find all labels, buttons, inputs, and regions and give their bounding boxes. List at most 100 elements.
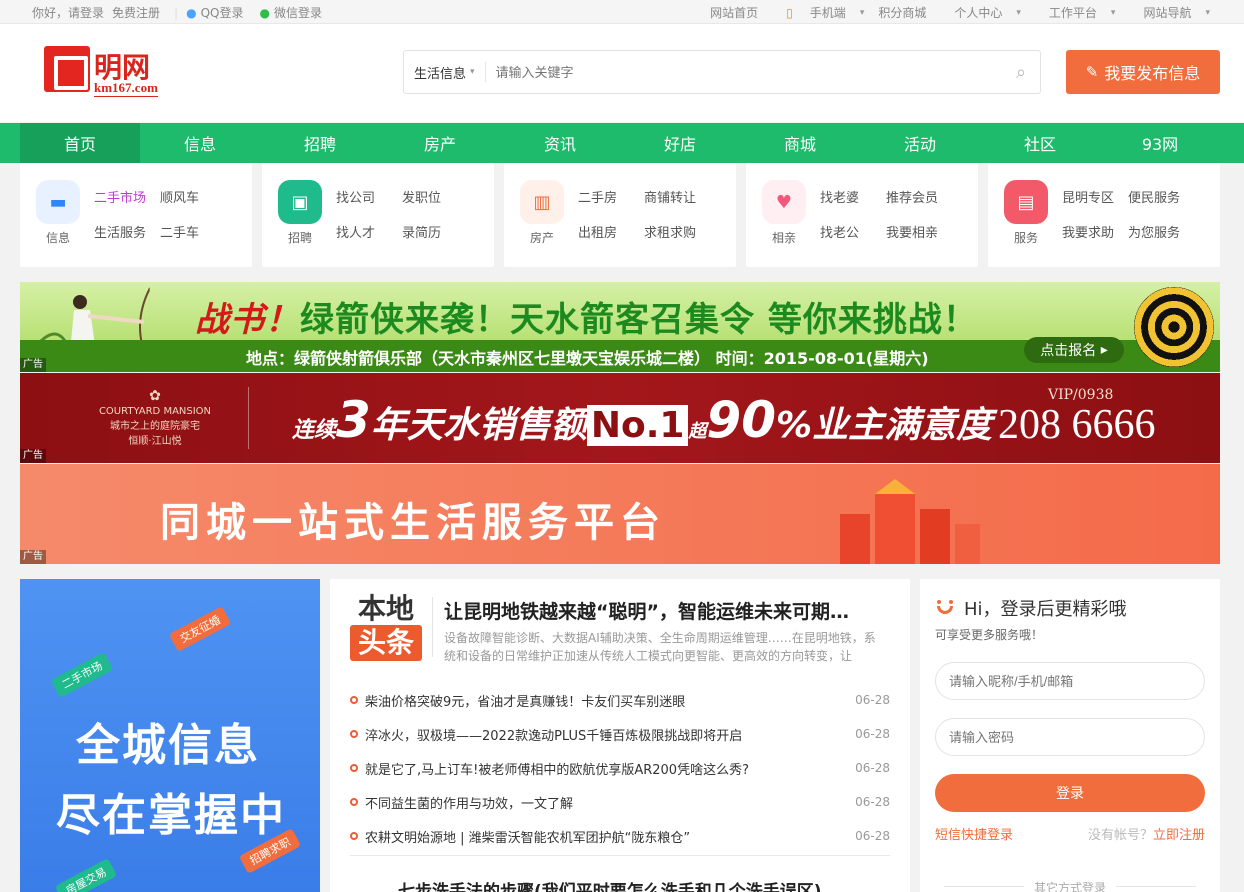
archery-banner-ad[interactable]: 战书！绿箭侠来袭！天水箭客召集令 等你来挑战！ 地点：绿箭侠射箭俱乐部（天水市秦…	[20, 282, 1220, 372]
document-icon[interactable]: ▤	[1004, 180, 1048, 224]
briefcase-icon[interactable]: ▣	[278, 180, 322, 224]
category-link[interactable]: 找老婆	[820, 187, 886, 206]
bullet-icon	[350, 696, 358, 704]
realestate-banner-ad[interactable]: ✿ COURTYARD MANSION 城市之上的庭院豪宅 恒顺·江山悦 连续3…	[20, 373, 1220, 463]
news-item[interactable]: 柴油价格突破9元，省油才是真赚钱！卡友们买车别迷眼 06-28	[350, 683, 890, 717]
nav-item-shops[interactable]: 好店	[620, 123, 740, 163]
nav-item-93[interactable]: 93网	[1100, 123, 1220, 163]
divider: |	[174, 5, 179, 20]
wechat-login-label: 微信登录	[273, 6, 322, 20]
qq-login-link[interactable]: ● QQ登录	[186, 4, 251, 21]
category-link[interactable]: 生活服务	[94, 222, 160, 241]
nav-item-realestate[interactable]: 房产	[380, 123, 500, 163]
bullet-icon	[350, 764, 358, 772]
login-button[interactable]: 登录	[935, 774, 1205, 812]
category-link[interactable]: 昆明专区	[1062, 187, 1128, 206]
category-link[interactable]: 求租求购	[644, 222, 710, 241]
nav-item-events[interactable]: 活动	[860, 123, 980, 163]
category-link[interactable]: 找公司	[336, 187, 402, 206]
category-link[interactable]: 出租房	[578, 222, 644, 241]
platform-banner-ad[interactable]: 同城一站式生活服务平台 广告	[20, 464, 1220, 564]
signup-label: 点击报名	[1040, 343, 1097, 359]
news-item[interactable]: 农耕文明始源地 | 潍柴雷沃智能农机军团护航“陇东粮仓” 06-28	[350, 819, 890, 853]
password-input[interactable]	[935, 718, 1205, 756]
category-link[interactable]: 二手房	[578, 187, 644, 206]
register-link[interactable]: 免费注册	[112, 4, 160, 21]
platform-slogan: 同城一站式生活服务平台	[160, 500, 666, 546]
category-link[interactable]: 找人才	[336, 222, 402, 241]
category-link[interactable]: 为您服务	[1128, 222, 1194, 241]
nav-item-community[interactable]: 社区	[980, 123, 1100, 163]
bullet-icon	[350, 798, 358, 806]
nav-item-jobs[interactable]: 招聘	[260, 123, 380, 163]
play-icon: ▸	[1100, 342, 1108, 358]
category-link[interactable]: 二手市场	[94, 187, 160, 206]
news-date: 06-28	[855, 795, 890, 809]
city-illustration	[840, 479, 980, 564]
heart-icon[interactable]: ♥	[762, 180, 806, 224]
next-headline-link[interactable]: 七步洗手法的步骤(我们平时要怎么洗手和几个洗手误区)	[398, 877, 878, 892]
category-link[interactable]: 我要求助	[1062, 222, 1128, 241]
wechat-login-link[interactable]: ● 微信登录	[259, 4, 330, 21]
bullet-icon	[350, 832, 358, 840]
logo-mark-icon	[44, 46, 90, 92]
chevron-down-icon: ▾	[1016, 7, 1021, 18]
news-item[interactable]: 就是它了,马上订车!被老师傅相中的欧航优享版AR200凭啥这么秀? 06-28	[350, 751, 890, 785]
chevron-down-icon: ▾	[1110, 7, 1116, 18]
nav-item-home[interactable]: 首页	[20, 123, 140, 163]
ad-tag: 广告	[20, 358, 46, 372]
greeting-login-link[interactable]: 你好，请登录	[32, 4, 104, 21]
sms-login-link[interactable]: 短信快捷登录	[935, 824, 1013, 843]
personal-center-menu[interactable]: 个人中心 ▾	[940, 4, 1021, 21]
category-link[interactable]: 商铺转让	[644, 187, 710, 206]
site-logo[interactable]: 明网 km167.com	[44, 46, 169, 98]
news-item[interactable]: 淬冰火，驭极境——2022款逸动PLUS千锤百炼极限挑战即将开启 06-28	[350, 717, 890, 751]
news-title: 不同益生菌的作用与功效，一文了解	[365, 796, 574, 812]
building-icon[interactable]: ▥	[520, 180, 564, 224]
workbench-menu[interactable]: 工作平台 ▾	[1035, 4, 1116, 21]
divider	[248, 387, 249, 449]
chat-bubble-icon[interactable]: ▬	[36, 180, 80, 224]
nav-item-info[interactable]: 信息	[140, 123, 260, 163]
qq-icon: ●	[186, 6, 197, 20]
ad-tag: 广告	[20, 449, 46, 463]
points-mall-link[interactable]: 积分商城	[878, 4, 926, 21]
username-input[interactable]	[935, 662, 1205, 700]
signup-button[interactable]: 点击报名 ▸	[1024, 337, 1124, 363]
search-category-select[interactable]: 生活信息 ▾	[404, 62, 486, 82]
publish-info-button[interactable]: ✎ 我要发布信息	[1066, 50, 1220, 94]
news-date: 06-28	[855, 727, 890, 741]
category-link[interactable]: 顺风车	[160, 187, 226, 206]
top-headline-link[interactable]: 让昆明地铁越来越“聪明”，智能运维未来可期…	[444, 597, 884, 624]
category-link[interactable]: 二手车	[160, 222, 226, 241]
category-link[interactable]: 推荐会员	[886, 187, 952, 206]
badge-top-text: 本地	[357, 592, 414, 625]
bullet-icon	[350, 730, 358, 738]
news-title: 农耕文明始源地 | 潍柴雷沃智能农机军团护航“陇东粮仓”	[365, 830, 691, 846]
search-icon[interactable]: ⌕	[1002, 51, 1040, 93]
register-now-link[interactable]: 立即注册	[1153, 828, 1205, 843]
headline-no1: No.1	[586, 405, 689, 446]
nav-item-mall[interactable]: 商城	[740, 123, 860, 163]
headline-lian: 连续	[292, 418, 337, 443]
search-input[interactable]	[485, 51, 1002, 93]
category-link[interactable]: 发职位	[402, 187, 468, 206]
info-promo-banner[interactable]: 交友征婚 二手市场 全城信息 尽在掌握中 招聘求职 房屋交易	[20, 579, 320, 892]
category-link[interactable]: 我要相亲	[886, 222, 952, 241]
promo-chip: 房屋交易	[54, 858, 118, 892]
mansion-logo: ✿ COURTYARD MANSION 城市之上的庭院豪宅 恒顺·江山悦	[70, 389, 240, 449]
lotus-icon: ✿	[149, 388, 161, 404]
site-nav-label: 网站导航	[1143, 6, 1192, 20]
category-link[interactable]: 找老公	[820, 222, 886, 241]
mobile-link[interactable]: ▯ 手机端 ▾	[772, 4, 864, 21]
search-category-label: 生活信息	[414, 66, 467, 82]
local-news-panel: 本地 头条 让昆明地铁越来越“聪明”，智能运维未来可期… 设备故障智能诊断、大数…	[330, 579, 910, 892]
badge-bottom-text: 头条	[350, 625, 422, 661]
site-nav-menu[interactable]: 网站导航 ▾	[1129, 4, 1210, 21]
category-link[interactable]: 便民服务	[1128, 187, 1194, 206]
home-link[interactable]: 网站首页	[710, 4, 758, 21]
nav-item-news[interactable]: 资讯	[500, 123, 620, 163]
chevron-down-icon: ▾	[1205, 7, 1210, 18]
category-link[interactable]: 录简历	[402, 222, 468, 241]
news-item[interactable]: 不同益生菌的作用与功效，一文了解 06-28	[350, 785, 890, 819]
